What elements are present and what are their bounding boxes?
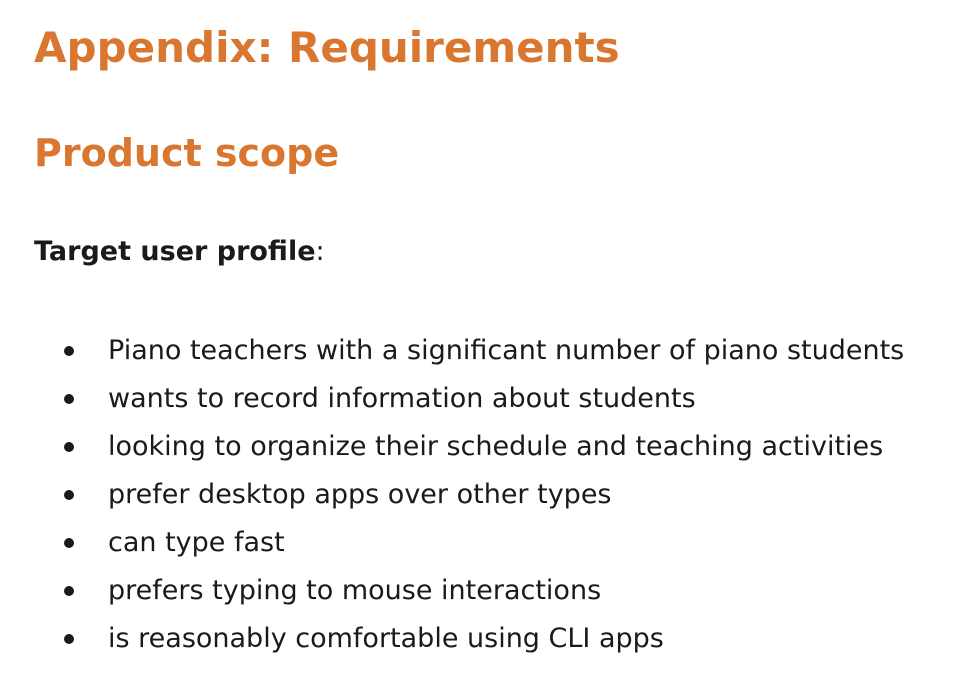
page-title: Appendix: Requirements: [34, 23, 620, 72]
bullet-icon: [64, 442, 74, 452]
bullet-icon: [64, 634, 74, 644]
list-item-text: wants to record information about studen…: [108, 383, 696, 414]
list-item-text: Piano teachers with a significant number…: [108, 335, 905, 366]
list-item-text: can type fast: [108, 527, 285, 558]
bullet-icon: [64, 394, 74, 404]
bullet-icon: [64, 346, 74, 356]
bullet-icon: [64, 586, 74, 596]
list-item: prefer desktop apps over other types: [34, 475, 904, 523]
list-item-text: prefers typing to mouse interactions: [108, 575, 602, 606]
list-item-text: prefer desktop apps over other types: [108, 479, 612, 510]
target-user-profile-colon: :: [315, 236, 325, 267]
section-title: Product scope: [34, 131, 340, 175]
list-item: prefers typing to mouse interactions: [34, 571, 904, 619]
list-item: looking to organize their schedule and t…: [34, 427, 904, 475]
list-item: can type fast: [34, 523, 904, 571]
target-user-profile-line: Target user profile:: [34, 232, 325, 272]
list-item: wants to record information about studen…: [34, 379, 904, 427]
list-item-text: is reasonably comfortable using CLI apps: [108, 623, 664, 654]
list-item: is reasonably comfortable using CLI apps: [34, 619, 904, 667]
list-item-text: looking to organize their schedule and t…: [108, 431, 884, 462]
target-user-profile-label: Target user profile: [34, 236, 316, 267]
list-item: Piano teachers with a significant number…: [34, 331, 904, 379]
bullet-icon: [64, 538, 74, 548]
bullet-icon: [64, 490, 74, 500]
target-user-profile-list: Piano teachers with a significant number…: [34, 331, 904, 667]
